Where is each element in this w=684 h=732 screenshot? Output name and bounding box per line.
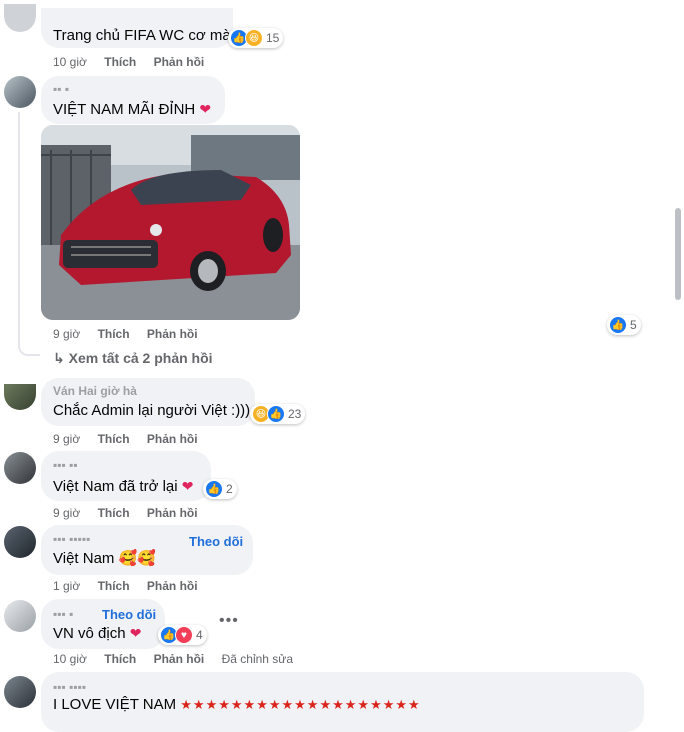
comment-text: I LOVE VIỆT NAM ★★★★★★★★★★★★★★★★★★★ — [53, 696, 421, 713]
like-icon: 👍 — [267, 405, 285, 423]
reaction-summary[interactable]: 👍 😆 15 — [228, 28, 284, 48]
more-options-icon[interactable]: ••• — [219, 612, 239, 630]
comment-meta: 10 giờ Thích Phản hồi — [53, 55, 204, 69]
like-icon: 👍 — [609, 316, 627, 334]
reply-thread-line — [18, 112, 20, 348]
reply-link[interactable]: Phản hồi — [147, 579, 198, 593]
reply-link[interactable]: Phản hồi — [147, 506, 198, 520]
love-icon: ♥ — [175, 626, 193, 644]
comment-time[interactable]: 10 giờ — [53, 55, 87, 69]
scrollbar-thumb[interactable] — [675, 208, 681, 300]
comment-meta: 10 giờ Thích Phản hồi Đã chỉnh sửa — [53, 652, 293, 666]
reply-link[interactable]: Phản hồi — [154, 55, 205, 69]
reaction-count: 2 — [226, 482, 233, 496]
avatar[interactable] — [4, 526, 36, 558]
reaction-summary[interactable]: 👍 5 — [607, 315, 641, 335]
reaction-count: 23 — [288, 407, 302, 421]
comment-time[interactable]: 9 giờ — [53, 327, 80, 341]
comment-meta: 9 giờ Thích Phản hồi — [53, 327, 198, 341]
heart-emoji: ❤ — [129, 625, 142, 641]
reaction-count: 15 — [266, 31, 280, 45]
reply-link[interactable]: Phản hồi — [147, 327, 198, 341]
reply-link[interactable]: Phản hồi — [147, 432, 198, 446]
like-link[interactable]: Thích — [98, 327, 130, 341]
reaction-summary[interactable]: 👍 2 — [203, 479, 237, 499]
author-name[interactable]: Ván Hai giờ hà — [53, 384, 137, 398]
avatar[interactable] — [4, 600, 36, 632]
view-replies-link[interactable]: ↳ Xem tất cả 2 phản hồi — [53, 350, 213, 367]
author-name[interactable]: ▪▪▪ ▪▪▪▪ — [53, 680, 86, 694]
avatar[interactable] — [4, 4, 36, 32]
avatar[interactable] — [4, 76, 36, 108]
like-link[interactable]: Thích — [104, 652, 136, 666]
like-link[interactable]: Thích — [98, 432, 130, 446]
comment-time[interactable]: 9 giờ — [53, 506, 80, 520]
comment-text: VIỆT NAM MÃI ĐỈNH ❤ — [53, 101, 212, 118]
follow-button[interactable]: Theo dõi — [102, 607, 156, 622]
reaction-count: 5 — [630, 318, 637, 332]
avatar[interactable] — [4, 384, 36, 410]
heart-emoji: ❤ — [199, 101, 212, 117]
reaction-summary[interactable]: 😆 👍 23 — [250, 404, 306, 424]
comment-time[interactable]: 1 giờ — [53, 579, 80, 593]
vietnam-flag-emojis: ★★★★★★★★★★★★★★★★★★★ — [180, 697, 421, 712]
author-name[interactable]: ▪▪▪ ▪ — [53, 607, 73, 621]
smiling-hearts-emoji: 🥰🥰 — [118, 550, 156, 567]
comment-meta: 9 giờ Thích Phản hồi — [53, 506, 198, 520]
like-link[interactable]: Thích — [98, 579, 130, 593]
comment-text: Việt Nam đã trở lại ❤ — [53, 478, 194, 495]
comment-meta: 1 giờ Thích Phản hồi — [53, 579, 198, 593]
like-icon: 👍 — [205, 480, 223, 498]
author-name[interactable]: ▪▪▪ ▪▪ — [53, 458, 78, 472]
like-link[interactable]: Thích — [98, 506, 130, 520]
like-link[interactable]: Thích — [104, 55, 136, 69]
comment-time[interactable]: 9 giờ — [53, 432, 80, 446]
comment-text: VN vô địch ❤ — [53, 625, 142, 642]
comment-text: Trang chủ FIFA WC cơ mà — [53, 27, 231, 44]
avatar[interactable] — [4, 676, 36, 708]
reaction-count: 4 — [196, 628, 203, 642]
follow-button[interactable]: Theo dõi — [189, 534, 243, 549]
edited-label: Đã chỉnh sửa — [221, 652, 293, 666]
reply-arrow-icon: ↳ — [53, 350, 65, 366]
heart-emoji: ❤ — [181, 478, 194, 494]
haha-icon: 😆 — [245, 29, 263, 47]
author-name[interactable]: ▪▪▪ ▪▪▪▪▪ — [53, 532, 90, 546]
view-replies-label: Xem tất cả 2 phản hồi — [68, 350, 213, 366]
comment-text: Chắc Admin lại người Việt :))) — [53, 402, 251, 419]
avatar[interactable] — [4, 452, 36, 484]
comment-text: Việt Nam 🥰🥰 — [53, 550, 156, 567]
author-name[interactable]: ▪▪ ▪ — [53, 82, 69, 96]
reply-link[interactable]: Phản hồi — [154, 652, 205, 666]
reply-thread-elbow — [18, 340, 40, 356]
comment-time[interactable]: 10 giờ — [53, 652, 87, 666]
reaction-summary[interactable]: 👍 ♥ 4 — [158, 625, 207, 645]
comment-meta: 9 giờ Thích Phản hồi — [53, 432, 198, 446]
comment-photo[interactable] — [41, 125, 300, 320]
